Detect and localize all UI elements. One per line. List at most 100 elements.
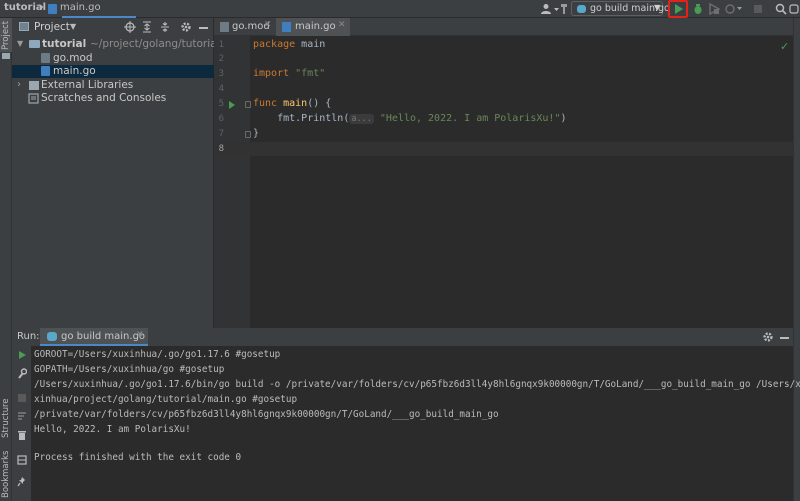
tree-item-label: External Libraries (41, 79, 134, 91)
hide-panel-icon[interactable] (780, 337, 789, 339)
keyword: package (253, 39, 296, 50)
line-number: 4 (218, 84, 224, 94)
right-tool-strip (793, 18, 800, 501)
bookmarks-tool-button[interactable]: Bookmarks (1, 451, 11, 499)
layout-icon[interactable] (17, 455, 27, 465)
coverage-icon[interactable] (709, 3, 720, 15)
line-number: 7 (218, 129, 224, 139)
punctuation: ) (560, 113, 567, 124)
run-tab-label: go build main.go (61, 331, 146, 342)
trash-icon[interactable] (17, 430, 27, 441)
hammer-icon[interactable] (560, 3, 568, 15)
profile-icon[interactable] (725, 3, 743, 15)
scratches-icon (28, 93, 39, 104)
editor-tab-bar: go.mod ✕ main.go ✕ (214, 18, 793, 36)
mod-file-icon (41, 53, 50, 63)
close-icon[interactable]: ✕ (136, 330, 144, 340)
chevron-down-icon: ▼ (654, 3, 661, 12)
tab-main-go[interactable]: main.go ✕ (276, 18, 350, 36)
fold-icon[interactable] (245, 101, 251, 108)
console-line: GOPATH=/Users/xuxinhua/go #gosetup (34, 364, 225, 375)
close-icon[interactable]: ✕ (338, 20, 346, 30)
close-icon[interactable]: ✕ (264, 20, 272, 30)
tree-root-name: tutorial (42, 38, 87, 50)
parameter-hint: a... (349, 114, 374, 124)
tree-item-go-mod[interactable]: go.mod (12, 52, 214, 65)
current-line-highlight (214, 142, 793, 156)
project-view-icon (19, 22, 29, 31)
rerun-icon[interactable] (17, 350, 27, 360)
chevron-right-icon: › (17, 79, 21, 90)
code-line-7: } (253, 128, 259, 139)
go-file-icon (48, 4, 57, 14)
line-number: 1 (218, 40, 224, 50)
active-tab-indicator (40, 344, 148, 346)
ide-features-icon[interactable] (789, 3, 799, 15)
code-line-5: func main() { (253, 98, 331, 109)
breadcrumb-file[interactable]: main.go (60, 2, 101, 13)
run-gutter-icon[interactable] (229, 101, 235, 109)
search-icon[interactable] (775, 3, 787, 15)
string-literal: "fmt" (289, 68, 326, 79)
keyword: import (253, 68, 290, 79)
project-panel: Project ▼ ▼ tutorial ~/project/golang/tu… (12, 18, 220, 328)
run-button[interactable] (668, 0, 688, 18)
wrench-icon[interactable] (17, 368, 27, 379)
line-number: 2 (218, 54, 224, 64)
console-line: /Users/xuxinhua/.go/go1.17.6/bin/go buil… (34, 379, 800, 390)
user-icon[interactable] (541, 3, 559, 15)
console-line: xinhua/project/golang/tutorial/main.go #… (34, 394, 298, 405)
line-number: 6 (218, 114, 224, 124)
console-line: Hello, 2022. I am PolarisXu! (34, 424, 191, 435)
no-problems-check-icon[interactable]: ✓ (780, 40, 789, 53)
project-panel-header: Project ▼ (12, 18, 214, 37)
expand-all-icon[interactable] (142, 21, 152, 33)
project-tool-window-button[interactable]: Project (0, 18, 12, 52)
tree-item-main-go[interactable]: main.go (12, 65, 214, 78)
fold-icon[interactable] (245, 131, 251, 138)
tab-label: main.go (295, 21, 336, 32)
code-line-3: import "fmt" (253, 68, 325, 79)
chevron-down-icon: ▼ (17, 39, 24, 48)
project-panel-title[interactable]: Project (34, 21, 70, 33)
gear-icon[interactable] (180, 21, 192, 33)
locate-icon[interactable] (124, 21, 136, 33)
structure-tool-button[interactable]: Structure (1, 398, 11, 438)
tree-item-label: Scratches and Consoles (41, 92, 167, 104)
tab-go-mod[interactable]: go.mod ✕ (214, 18, 272, 36)
punctuation: () { (307, 98, 332, 109)
string-literal: "Hello, 2022. I am PolarisXu!" (379, 113, 561, 124)
keyword: func (253, 98, 278, 109)
function-name: main (277, 98, 308, 109)
code-editor[interactable] (250, 36, 793, 328)
hide-panel-icon[interactable] (199, 27, 208, 29)
stop-icon[interactable] (17, 393, 27, 403)
punctuation: } (253, 128, 260, 139)
console-line: /private/var/folders/cv/p65fbz6d3ll4y8hl… (34, 409, 499, 420)
stop-icon[interactable] (753, 3, 763, 15)
identifier: main (295, 39, 326, 50)
mod-file-icon (220, 22, 229, 32)
console-line: Process finished with the exit code 0 (34, 452, 242, 463)
chevron-down-icon[interactable]: ▼ (70, 22, 76, 31)
tree-item-scratches[interactable]: Scratches and Consoles (12, 92, 214, 105)
soft-wrap-icon[interactable] (17, 411, 27, 421)
pin-icon[interactable] (17, 476, 27, 487)
tree-item-external-libraries[interactable]: › External Libraries (12, 79, 214, 92)
collapse-all-icon[interactable] (160, 21, 170, 33)
go-file-icon (282, 22, 291, 32)
run-configuration-selector[interactable]: go build main.go ▼ (571, 1, 670, 16)
breadcrumb-separator: › (40, 2, 44, 13)
gear-icon[interactable] (762, 331, 774, 343)
code-line-1: package main (253, 39, 325, 50)
tree-item-root[interactable]: ▼ tutorial ~/project/golang/tutorial (12, 38, 220, 51)
tree-item-label: go.mod (53, 52, 93, 64)
code-line-6: fmt.Println(a... "Hello, 2022. I am Pola… (253, 113, 567, 124)
go-file-icon (41, 66, 50, 76)
project-tool-label: Project (1, 20, 11, 50)
active-tab-indicator (62, 16, 136, 18)
gopher-icon (577, 5, 586, 13)
debug-icon[interactable] (693, 3, 703, 15)
line-number: 5 (218, 99, 224, 109)
line-number: 8 (218, 144, 224, 154)
